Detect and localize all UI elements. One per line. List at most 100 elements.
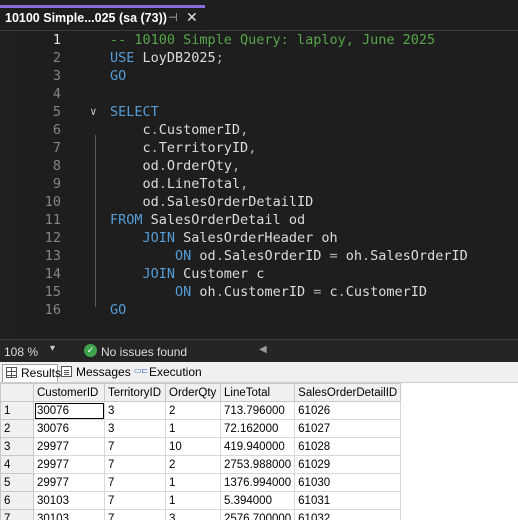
- table-cell[interactable]: 2753.988000: [219, 455, 296, 474]
- code-token: FROM: [110, 212, 143, 228]
- table-row[interactable]: 4 29977 7 2 2753.988000 61029: [0, 455, 402, 474]
- column-header[interactable]: TerritoryID: [104, 383, 166, 402]
- table-cell[interactable]: 61031: [294, 491, 402, 510]
- table-cell[interactable]: 1: [165, 419, 221, 438]
- code-line[interactable]: 8 od.OrderQty,: [0, 157, 518, 175]
- line-number: 5: [52, 104, 61, 120]
- column-header[interactable]: OrderQty: [165, 383, 221, 402]
- table-cell[interactable]: 30103: [33, 509, 105, 520]
- execution-plan-icon: ▭⊏: [134, 366, 149, 375]
- table-cell[interactable]: 713.796000: [219, 401, 296, 420]
- table-cell[interactable]: 5.394000: [219, 491, 296, 510]
- column-header[interactable]: CustomerID: [33, 383, 105, 402]
- code-line[interactable]: 10 od.SalesOrderDetailID: [0, 193, 518, 211]
- table-cell[interactable]: 3: [104, 419, 166, 438]
- code-line[interactable]: 4: [0, 85, 518, 103]
- code-text: FROM SalesOrderDetail od: [110, 211, 305, 229]
- table-cell[interactable]: 72.162000: [219, 419, 296, 438]
- code-text: od.OrderQty,: [110, 157, 241, 175]
- table-cell[interactable]: 30076: [33, 401, 105, 420]
- code-token: ON: [175, 284, 192, 300]
- table-row[interactable]: 5 29977 7 1 1376.994000 61030: [0, 473, 402, 492]
- tab-results[interactable]: Results: [2, 364, 61, 382]
- results-grid[interactable]: CustomerID TerritoryID OrderQty LineTota…: [0, 383, 518, 520]
- table-row[interactable]: 1 30076 3 2 713.796000 61026: [0, 401, 402, 420]
- pin-icon[interactable]: ⊣: [168, 11, 178, 24]
- table-row[interactable]: 7 30103 7 3 2576.700000 61032: [0, 509, 402, 520]
- row-number[interactable]: 5: [0, 473, 34, 492]
- table-cell[interactable]: 2: [165, 401, 221, 420]
- table-cell[interactable]: 7: [104, 491, 166, 510]
- code-line[interactable]: 5 ∨ SELECT: [0, 103, 518, 121]
- zoom-level[interactable]: 108 %: [4, 345, 38, 359]
- table-row[interactable]: 3 29977 7 10 419.940000 61028: [0, 437, 402, 456]
- code-token: c: [110, 122, 151, 138]
- table-cell[interactable]: 61027: [294, 419, 402, 438]
- table-cell[interactable]: 3: [104, 401, 166, 420]
- table-cell[interactable]: 29977: [33, 437, 105, 456]
- column-header[interactable]: SalesOrderDetailID: [294, 383, 402, 402]
- chevron-down-icon[interactable]: ∨: [90, 103, 97, 121]
- table-cell[interactable]: 7: [104, 437, 166, 456]
- code-line[interactable]: 3 GO: [0, 67, 518, 85]
- table-cell[interactable]: 1: [165, 473, 221, 492]
- table-cell[interactable]: 29977: [33, 473, 105, 492]
- tab-messages[interactable]: Messages: [58, 364, 131, 382]
- code-line[interactable]: 16 GO: [0, 301, 518, 319]
- code-token: TerritoryID: [158, 140, 249, 156]
- code-line[interactable]: 14 JOIN Customer c: [0, 265, 518, 283]
- column-header[interactable]: LineTotal: [219, 383, 296, 402]
- code-line[interactable]: 2 USE LoyDB2025;: [0, 49, 518, 67]
- code-line[interactable]: 13 ON od.SalesOrderID = oh.SalesOrderID: [0, 247, 518, 265]
- table-cell[interactable]: 61030: [294, 473, 402, 492]
- row-number[interactable]: 1: [0, 401, 34, 420]
- table-cell[interactable]: 2: [165, 455, 221, 474]
- row-number[interactable]: 7: [0, 509, 34, 520]
- table-cell[interactable]: 30103: [33, 491, 105, 510]
- table-cell[interactable]: 7: [104, 455, 166, 474]
- code-line[interactable]: 9 od.LineTotal,: [0, 175, 518, 193]
- table-cell[interactable]: 419.940000: [219, 437, 296, 456]
- table-row[interactable]: 6 30103 7 1 5.394000 61031: [0, 491, 402, 510]
- close-icon[interactable]: ✕: [186, 9, 198, 26]
- table-cell[interactable]: 1376.994000: [219, 473, 296, 492]
- table-cell[interactable]: 61026: [294, 401, 402, 420]
- row-number[interactable]: 3: [0, 437, 34, 456]
- code-line[interactable]: 11 FROM SalesOrderDetail od: [0, 211, 518, 229]
- table-cell[interactable]: 29977: [33, 455, 105, 474]
- code-token: .: [150, 140, 159, 156]
- table-cell[interactable]: 7: [104, 509, 166, 520]
- code-editor[interactable]: 1 -- 10100 Simple Query: laploy, June 202…: [0, 31, 518, 339]
- table-cell[interactable]: 61028: [294, 437, 402, 456]
- table-cell[interactable]: 2576.700000: [219, 509, 296, 520]
- code-text: JOIN SalesOrderHeader oh: [110, 229, 338, 247]
- table-cell[interactable]: 10: [165, 437, 221, 456]
- code-line[interactable]: 1 -- 10100 Simple Query: laploy, June 202…: [0, 31, 518, 49]
- tab-execution-plan[interactable]: ▭⊏ Execution plan: [131, 364, 223, 395]
- code-line[interactable]: 6 c.CustomerID,: [0, 121, 518, 139]
- row-number[interactable]: 6: [0, 491, 34, 510]
- table-cell[interactable]: 7: [104, 473, 166, 492]
- row-number[interactable]: 4: [0, 455, 34, 474]
- code-token: SELECT: [110, 104, 159, 120]
- query-tab[interactable]: 10100 Simple...025 (sa (73)) ⊣ ✕: [0, 5, 205, 30]
- row-number[interactable]: 2: [0, 419, 34, 438]
- issues-status[interactable]: No issues found: [101, 345, 187, 359]
- code-line[interactable]: 12 JOIN SalesOrderHeader oh: [0, 229, 518, 247]
- table-cell[interactable]: 1: [165, 491, 221, 510]
- dropdown-arrow-icon[interactable]: ▾: [50, 343, 55, 354]
- table-cell[interactable]: 30076: [33, 419, 105, 438]
- code-token: .: [158, 176, 167, 192]
- table-cell[interactable]: 3: [165, 509, 221, 520]
- tab-messages-label: Messages: [76, 365, 131, 379]
- line-number: 10: [44, 194, 61, 210]
- table-cell[interactable]: 61029: [294, 455, 402, 474]
- table-cell[interactable]: 61032: [294, 509, 402, 520]
- scroll-left-icon[interactable]: ◀: [259, 344, 267, 355]
- code-line[interactable]: 7 c.TerritoryID,: [0, 139, 518, 157]
- row-number-header[interactable]: [0, 383, 34, 402]
- query-tab-title: 10100 Simple...025 (sa (73)): [5, 11, 167, 25]
- code-line[interactable]: 15 ON oh.CustomerID = c.CustomerID: [0, 283, 518, 301]
- table-row[interactable]: 2 30076 3 1 72.162000 61027: [0, 419, 402, 438]
